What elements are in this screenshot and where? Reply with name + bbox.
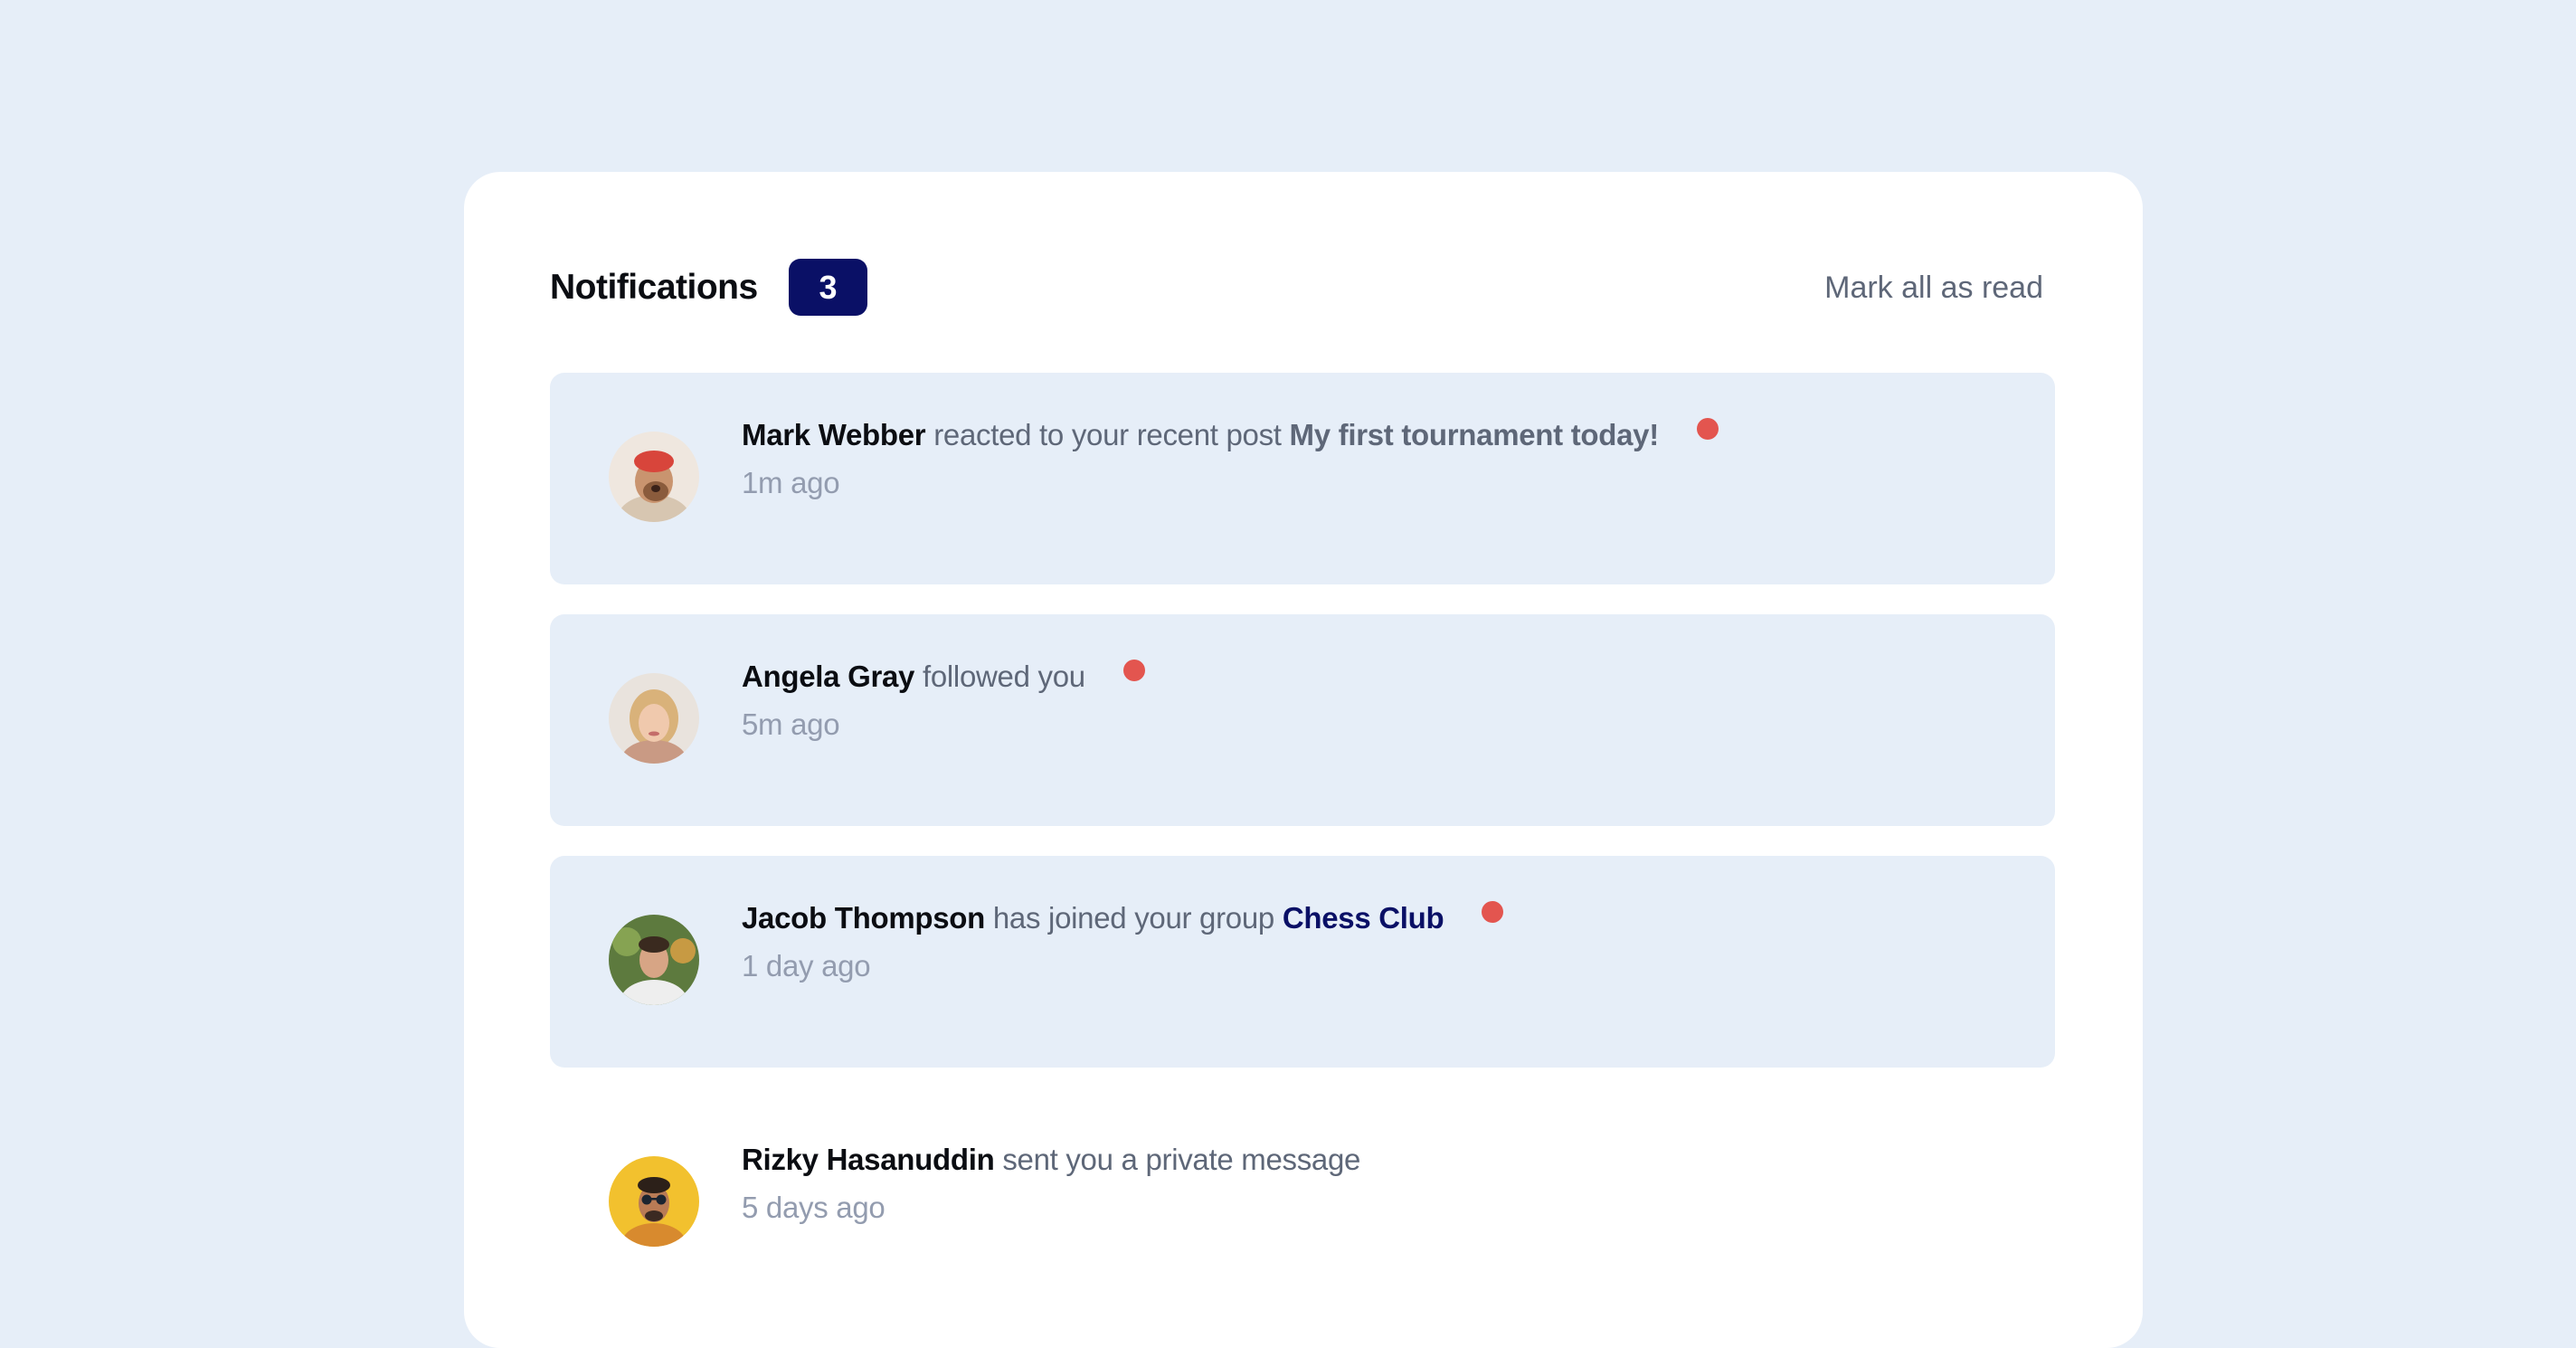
notification-content: Angela Gray followed you 5m ago [742, 654, 2019, 745]
notifications-header: Notifications 3 Mark all as read [550, 259, 2057, 317]
mark-all-as-read-button[interactable]: Mark all as read [1824, 259, 2057, 317]
unread-dot [1122, 660, 1145, 681]
notification-action: has joined your group [992, 901, 1274, 935]
notification-message: Rizky Hasanuddin sent you a private mess… [742, 1137, 2019, 1182]
avatar-rizky-hasanuddin-icon [609, 1156, 699, 1247]
group-link[interactable]: Chess Club [1283, 901, 1444, 935]
avatar[interactable] [609, 1156, 699, 1247]
notification-action: followed you [922, 660, 1085, 693]
notification-message: Jacob Thompson has joined your group Che… [742, 896, 2019, 941]
notification-time: 5 days ago [742, 1191, 886, 1224]
notification-item[interactable]: Jacob Thompson has joined your group Che… [550, 856, 2055, 1068]
avatar-angela-gray-icon [609, 673, 699, 764]
notification-action: sent you a private message [1002, 1143, 1361, 1176]
notifications-card: Notifications 3 Mark all as read Mark We… [464, 172, 2143, 1348]
notification-content: Rizky Hasanuddin sent you a private mess… [742, 1137, 2019, 1228]
avatar[interactable] [609, 673, 699, 764]
avatar[interactable] [609, 915, 699, 1005]
notification-time: 1m ago [742, 466, 840, 499]
notification-item[interactable]: Mark Webber reacted to your recent post … [550, 373, 2055, 584]
notification-time: 5m ago [742, 707, 840, 741]
user-name-link[interactable]: Angela Gray [742, 660, 914, 693]
notification-content: Mark Webber reacted to your recent post … [742, 413, 2019, 503]
notification-content: Jacob Thompson has joined your group Che… [742, 896, 2019, 986]
user-name-link[interactable]: Rizky Hasanuddin [742, 1143, 995, 1176]
unread-count-badge: 3 [789, 259, 867, 316]
notification-action: reacted to your recent post [933, 418, 1282, 451]
avatar-mark-webber-icon [609, 432, 699, 522]
user-name-link[interactable]: Jacob Thompson [742, 901, 985, 935]
notification-message: Angela Gray followed you [742, 654, 2019, 699]
post-link[interactable]: My first tournament today! [1290, 418, 1660, 451]
user-name-link[interactable]: Mark Webber [742, 418, 926, 451]
avatar-jacob-thompson-icon [609, 915, 699, 1005]
unread-dot [1482, 901, 1504, 923]
avatar[interactable] [609, 432, 699, 522]
notification-message: Mark Webber reacted to your recent post … [742, 413, 2019, 458]
notification-time: 1 day ago [742, 949, 871, 983]
notification-item[interactable]: Angela Gray followed you 5m ago [550, 614, 2055, 826]
notification-item[interactable]: Rizky Hasanuddin sent you a private mess… [550, 1097, 2055, 1309]
page-title: Notifications [550, 268, 758, 307]
unread-dot [1696, 418, 1719, 440]
